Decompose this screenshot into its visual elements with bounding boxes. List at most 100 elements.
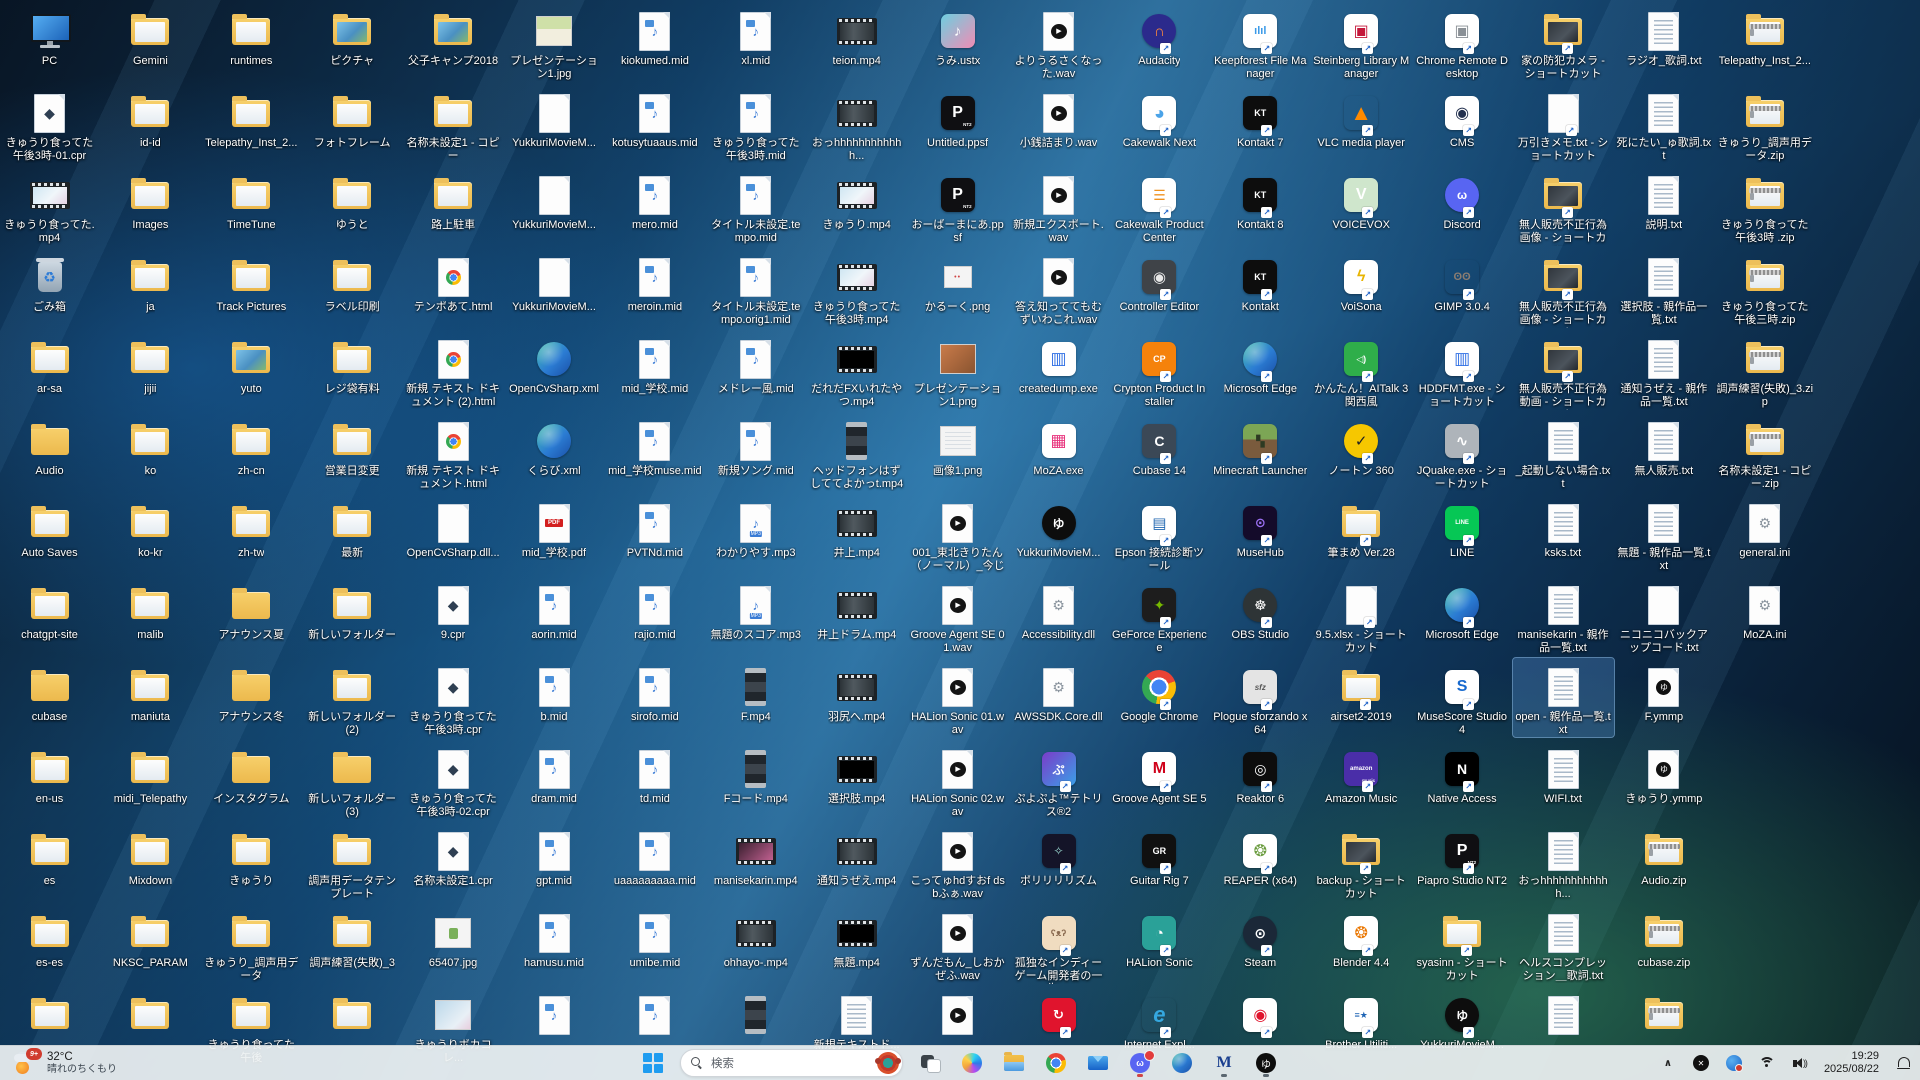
desktop-icon[interactable]: PDFmid_学校.pdf [504,494,605,560]
desktop-icon[interactable]: _起動しない場合.txt [1513,412,1614,491]
desktop-icon[interactable]: ♪ [504,986,605,1039]
desktop-icon[interactable]: ラジオ_歌詞.txt [1613,2,1714,68]
desktop-icon[interactable]: Track Pictures [201,248,302,314]
desktop-icon[interactable]: amazonmusic↗Amazon Music [1311,740,1412,806]
desktop-icon[interactable]: es [0,822,100,888]
desktop-icon[interactable]: ▶ずんだもん_しおかぜふ.wav [907,904,1008,983]
desktop-icon[interactable]: id-id [100,84,201,150]
desktop-icon[interactable]: ◕↗Cakewalk Next [1109,84,1210,150]
desktop-icon[interactable]: YukkuriMovieM... [504,248,605,314]
clock[interactable]: 19:29 2025/08/22 [1820,1050,1883,1076]
desktop-icon[interactable]: Telepathy_Inst_2... [201,84,302,150]
desktop-icon[interactable]: 選択肢 - 親作品一覧.txt [1613,248,1714,327]
desktop-icon[interactable]: V↗VOICEVOX [1311,166,1412,232]
desktop-icon[interactable]: ▶Groove Agent SE 01.wav [907,576,1008,655]
desktop-icon[interactable] [0,986,100,1039]
desktop-icon[interactable]: ♪kotusytuaaus.mid [604,84,705,150]
desktop-icon[interactable]: OpenCvSharp.xml [504,330,605,396]
desktop-icon[interactable]: ↗筆まめ Ver.28 [1311,494,1412,560]
desktop-icon[interactable]: yuto [201,330,302,396]
desktop-icon[interactable]: ▶答え知っててもむずいわこれ.wav [1008,248,1109,327]
task-view-button[interactable] [910,1048,950,1078]
desktop-icon[interactable]: ▣↗Chrome Remote Desktop [1412,2,1513,81]
desktop-icon[interactable]: 井上.mp4 [806,494,907,560]
start-button[interactable] [633,1048,673,1078]
desktop-icon[interactable]: ◆きゅうり食ってた午後3時-01.cpr [0,84,100,163]
desktop-icon[interactable]: malib [100,576,201,642]
desktop-icon[interactable]: ılıl↗Keepforest File Manager [1210,2,1311,81]
desktop-icon[interactable]: 新しいフォルダー (3) [302,740,403,819]
desktop-icon[interactable]: ◆きゅうり食ってた午後3時-02.cpr [403,740,504,819]
desktop-icon[interactable]: KT↗Kontakt 8 [1210,166,1311,232]
desktop-icon[interactable]: en-us [0,740,100,806]
desktop-icon[interactable]: きゅうり食ってた午後3時 .zip [1714,166,1815,245]
desktop-icon[interactable]: ♪メドレー風.mid [705,330,806,396]
desktop-icon[interactable]: きゅうり_調声用データ.zip [1714,84,1815,163]
desktop-icon[interactable]: ▶小銭詰まり.wav [1008,84,1109,150]
desktop-icon[interactable]: PC [0,2,100,68]
desktop-icon[interactable]: 新規 テキスト ドキュメント (2).html [403,330,504,409]
desktop-icon[interactable]: ♪ [604,986,705,1039]
desktop-icon[interactable]: 羽尻へ.mp4 [806,658,907,724]
desktop-icon[interactable]: ʘʘ↗GIMP 3.0.4 [1412,248,1513,314]
desktop-icon[interactable]: ⊙↗MuseHub [1210,494,1311,560]
yukkuri-button[interactable]: ゆ [1246,1048,1286,1078]
desktop-icon[interactable]: 無題.mp4 [806,904,907,970]
desktop-icon[interactable]: 無人販売.txt [1613,412,1714,478]
desktop-icon[interactable]: フォトフレーム [302,84,403,150]
desktop-icon[interactable]: きゅうり.mp4 [806,166,907,232]
desktop-icon[interactable]: ♪タイトル未設定.tempo.mid [705,166,806,245]
desktop-icon[interactable]: ksks.txt [1513,494,1614,560]
desktop-icon[interactable]: ▲↗VLC media player [1311,84,1412,150]
desktop-icon[interactable]: ʕᴥʔ↗孤独なインディーゲーム開発者の一生 ... [1008,904,1109,984]
desktop-icon[interactable]: ☸↗OBS Studio [1210,576,1311,642]
desktop-icon[interactable]: ✓↗ノートン 360 [1311,412,1412,478]
desktop-icon[interactable]: KT↗Kontakt 7 [1210,84,1311,150]
desktop-icon[interactable]: cubase.zip [1613,904,1714,970]
desktop-icon[interactable]: ↗無人販売不正行為画像 - ショートカツ... [1513,166,1614,246]
desktop-icon[interactable]: 説明.txt [1613,166,1714,232]
desktop-icon[interactable]: ▦MoZA.exe [1008,412,1109,478]
desktop-icon[interactable]: M↗Groove Agent SE 5 [1109,740,1210,806]
desktop-icon[interactable]: ヘルスコンプレッション＿歌詞.txt [1513,904,1614,983]
desktop-icon[interactable]: ▶こってゅhdすおf dsbふぁ.wav [907,822,1008,901]
desktop-icon[interactable]: ❂↗Blender 4.4 [1311,904,1412,970]
desktop-icon[interactable]: Auto Saves [0,494,100,560]
chrome-button[interactable] [1036,1048,1076,1078]
desktop-icon[interactable]: ♪sirofo.mid [604,658,705,724]
desktop-icon[interactable]: ⚙AWSSDK.Core.dll [1008,658,1109,724]
desktop-icon[interactable]: 名称未設定1 - コピー.zip [1714,412,1815,491]
desktop-icon[interactable]: ゆきゅうり.ymmp [1613,740,1714,806]
desktop-icon[interactable]: ピクチャ [302,2,403,68]
desktop-icon[interactable]: ◉↗Controller Editor [1109,248,1210,314]
desktop-icon[interactable]: ko [100,412,201,478]
desktop-icon[interactable]: ↗無人販売不正行為画像 - ショートカット [1513,248,1614,328]
explorer-button[interactable] [994,1048,1034,1078]
desktop-icon[interactable]: ♪umibe.mid [604,904,705,970]
desktop-icon[interactable]: manisekarin - 親作品一覧.txt [1513,576,1614,655]
desktop-icon[interactable]: Telepathy_Inst_2... [1714,2,1815,68]
desktop-icon[interactable]: Audio.zip [1613,822,1714,888]
desktop-icon[interactable]: ▶よりうるさくなった.wav [1008,2,1109,81]
desktop-icon[interactable]: 通知うぜえ - 親作品一覧.txt [1613,330,1714,409]
desktop-icon[interactable]: ♪mero.mid [604,166,705,232]
desktop-icon[interactable]: PNT2Untitled.ppsf [907,84,1008,150]
desktop-icon[interactable]: ⚙general.ini [1714,494,1815,560]
desktop-icon[interactable]: アナウンス夏 [201,576,302,642]
desktop-icon[interactable]: ar-sa [0,330,100,396]
desktop-icon[interactable]: くらび.xml [504,412,605,478]
desktop-icon[interactable]: YukkuriMovieM... [504,166,605,232]
desktop-icon[interactable]: Fコード.mp4 [705,740,806,806]
desktop-icon[interactable]: ♪うみ.ustx [907,2,1008,68]
desktop-icon[interactable]: ♪新規ソング.mid [705,412,806,478]
desktop-icon[interactable]: ohhayo-.mp4 [705,904,806,970]
desktop-icon[interactable]: ♪xl.mid [705,2,806,68]
desktop-icon[interactable]: ♪td.mid [604,740,705,806]
desktop-icon[interactable]: プレゼンテーション1.png [907,330,1008,409]
desktop-icon[interactable]: レジ袋有料 [302,330,403,396]
desktop-icon[interactable]: アナウンス冬 [201,658,302,724]
desktop-icon[interactable]: 営業日変更 [302,412,403,478]
desktop-icon[interactable]: ☰↗Cakewalk Product Center [1109,166,1210,245]
desktop-icon[interactable]: S↗MuseScore Studio 4 [1412,658,1513,737]
desktop-icon[interactable]: NKSC_PARAM [100,904,201,970]
